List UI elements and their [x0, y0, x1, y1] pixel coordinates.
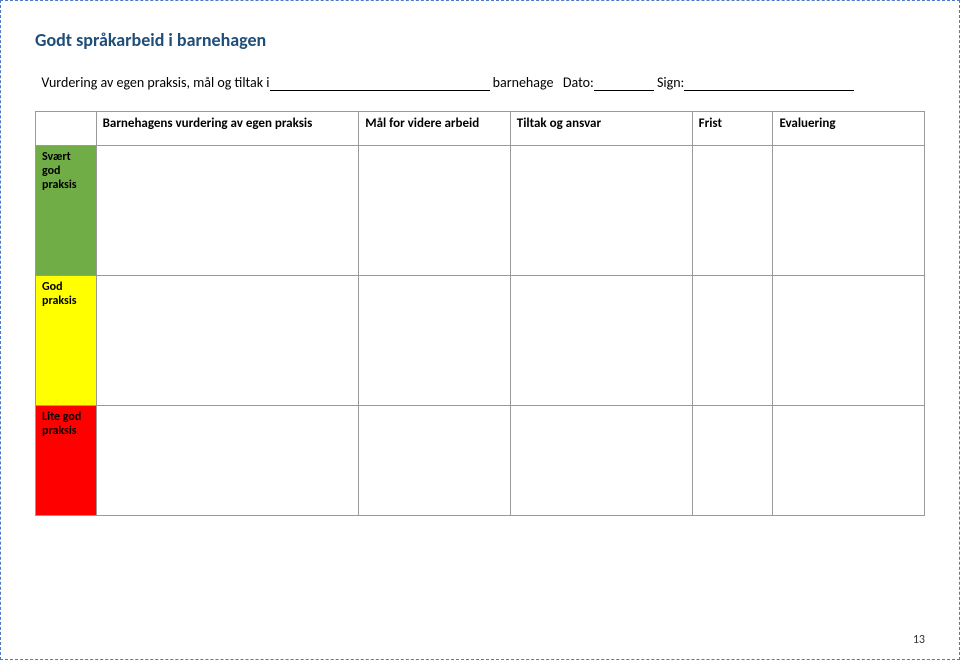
row-label-svaert-god: Svært god praksis — [36, 146, 97, 276]
blank-dato[interactable] — [594, 78, 654, 91]
cell-tiltak[interactable] — [510, 146, 692, 276]
table-row: God praksis — [36, 276, 925, 406]
cell-maal[interactable] — [359, 406, 511, 516]
table-header-row: Barnehagens vurdering av egen praksis Må… — [36, 112, 925, 146]
col-header-tiltak: Tiltak og ansvar — [510, 112, 692, 146]
row-label-lite-god: Lite god praksis — [36, 406, 97, 516]
col-header-frist: Frist — [692, 112, 773, 146]
cell-vurdering[interactable] — [96, 276, 359, 406]
col-header-maal: Mål for videre arbeid — [359, 112, 511, 146]
page-number: 13 — [913, 633, 925, 647]
table-row: Lite god praksis — [36, 406, 925, 516]
cell-frist[interactable] — [692, 146, 773, 276]
assessment-table: Barnehagens vurdering av egen praksis Må… — [35, 111, 925, 516]
cell-maal[interactable] — [359, 146, 511, 276]
row-label-god: God praksis — [36, 276, 97, 406]
cell-frist[interactable] — [692, 406, 773, 516]
cell-evaluering[interactable] — [773, 276, 925, 406]
col-header-evaluering: Evaluering — [773, 112, 925, 146]
blank-sign[interactable] — [684, 78, 854, 91]
col-header-empty — [36, 112, 97, 146]
cell-evaluering[interactable] — [773, 406, 925, 516]
cell-maal[interactable] — [359, 276, 511, 406]
cell-tiltak[interactable] — [510, 406, 692, 516]
label-barnehage-dato: barnehage Dato: — [490, 74, 594, 91]
cell-vurdering[interactable] — [96, 406, 359, 516]
document-title: Godt språkarbeid i barnehagen — [35, 29, 925, 51]
col-header-vurdering: Barnehagens vurdering av egen praksis — [96, 112, 359, 146]
cell-evaluering[interactable] — [773, 146, 925, 276]
cell-frist[interactable] — [692, 276, 773, 406]
cell-tiltak[interactable] — [510, 276, 692, 406]
label-sign: Sign: — [654, 74, 685, 91]
cell-vurdering[interactable] — [96, 146, 359, 276]
table-row: Svært god praksis — [36, 146, 925, 276]
form-header-line: Vurdering av egen praksis, mål og tiltak… — [35, 57, 925, 91]
subtitle-prefix: Vurdering av egen praksis, mål og tiltak… — [41, 74, 269, 91]
blank-barnehage[interactable] — [270, 78, 490, 91]
